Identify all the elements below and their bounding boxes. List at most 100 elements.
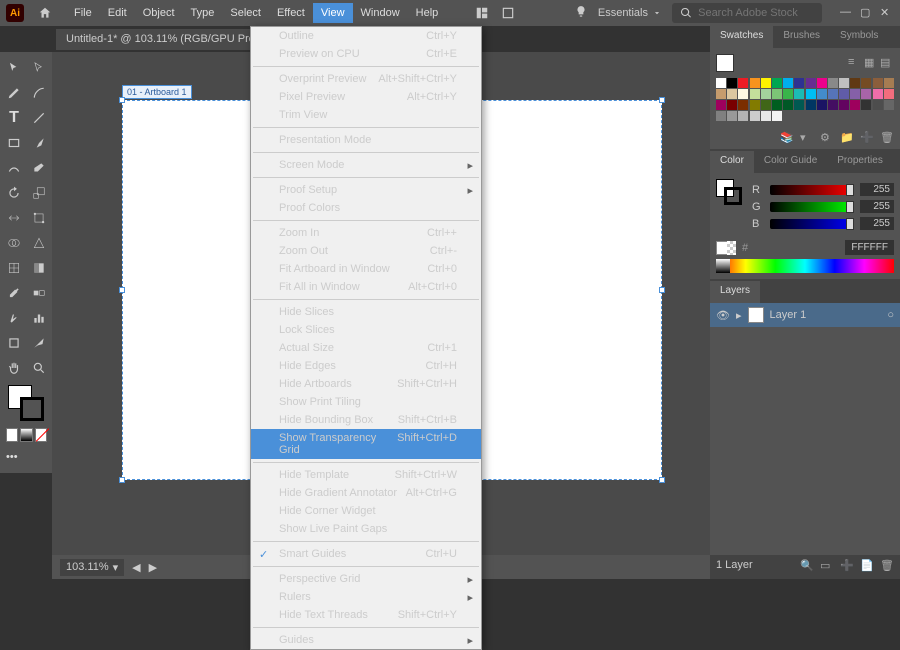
color-mode-icon[interactable] xyxy=(6,428,18,442)
menu-item-zoom-out[interactable]: Zoom OutCtrl+- xyxy=(251,242,481,260)
make-clipping-mask-icon[interactable]: ▭ xyxy=(820,559,834,573)
menu-item-overprint-preview[interactable]: Overprint PreviewAlt+Shift+Ctrl+Y xyxy=(251,70,481,88)
menu-item-zoom-in[interactable]: Zoom InCtrl++ xyxy=(251,224,481,242)
swatch[interactable] xyxy=(839,89,849,99)
swatch[interactable] xyxy=(861,78,871,88)
curvature-tool[interactable] xyxy=(27,81,51,105)
rotate-tool[interactable] xyxy=(2,181,26,205)
menu-item-hide-slices[interactable]: Hide Slices xyxy=(251,303,481,321)
gpu-icon[interactable] xyxy=(496,1,520,25)
menu-object[interactable]: Object xyxy=(135,3,183,23)
fill-stroke-swatch[interactable] xyxy=(2,381,51,425)
gradient-mode-icon[interactable] xyxy=(20,428,32,442)
swatch[interactable] xyxy=(738,100,748,110)
menu-file[interactable]: File xyxy=(66,3,100,23)
color-spectrum[interactable] xyxy=(716,259,894,273)
swatch[interactable] xyxy=(873,100,883,110)
mesh-tool[interactable] xyxy=(2,256,26,280)
menu-help[interactable]: Help xyxy=(408,3,447,23)
swatch[interactable] xyxy=(727,78,737,88)
arrange-documents-icon[interactable] xyxy=(470,1,494,25)
menu-item-hide-gradient-annotator[interactable]: Hide Gradient AnnotatorAlt+Ctrl+G xyxy=(251,484,481,502)
swatch[interactable] xyxy=(794,100,804,110)
paintbrush-tool[interactable] xyxy=(27,131,51,155)
swatch[interactable] xyxy=(806,78,816,88)
swatch[interactable] xyxy=(850,78,860,88)
app-logo-icon[interactable]: Ai xyxy=(6,4,24,22)
swatch[interactable] xyxy=(716,78,726,88)
eraser-tool[interactable] xyxy=(27,156,51,180)
swatch[interactable] xyxy=(750,89,760,99)
swatch[interactable] xyxy=(884,89,894,99)
swatch[interactable] xyxy=(884,100,894,110)
zoom-tool[interactable] xyxy=(27,356,51,380)
swatch[interactable] xyxy=(783,100,793,110)
edit-toolbar-button[interactable]: ••• xyxy=(2,445,50,469)
swatch[interactable] xyxy=(806,89,816,99)
menu-item-fit-artboard-in-window[interactable]: Fit Artboard in WindowCtrl+0 xyxy=(251,260,481,278)
swatch[interactable] xyxy=(861,100,871,110)
locate-object-icon[interactable]: 🔍 xyxy=(800,559,814,573)
swatch[interactable] xyxy=(794,89,804,99)
home-icon[interactable] xyxy=(34,2,56,24)
menu-item-smart-guides[interactable]: ✓Smart GuidesCtrl+U xyxy=(251,545,481,563)
minimize-button[interactable]: — xyxy=(840,6,854,20)
workspace-switcher[interactable]: Essentials xyxy=(598,6,662,20)
swatch[interactable] xyxy=(850,100,860,110)
swatch[interactable] xyxy=(884,78,894,88)
swatch[interactable] xyxy=(750,78,760,88)
new-swatch-icon[interactable]: ➕ xyxy=(860,131,874,145)
tab-layers[interactable]: Layers xyxy=(710,281,760,303)
delete-layer-icon[interactable]: 🗑 xyxy=(880,559,894,573)
menu-item-fit-all-in-window[interactable]: Fit All in WindowAlt+Ctrl+0 xyxy=(251,278,481,296)
hex-input[interactable]: FFFFFF xyxy=(845,240,894,255)
slice-tool[interactable] xyxy=(27,331,51,355)
chevron-right-icon[interactable]: ▸ xyxy=(736,309,742,322)
swatch[interactable] xyxy=(861,89,871,99)
artboard-label[interactable]: 01 - Artboard 1 xyxy=(122,85,192,99)
new-layer-icon[interactable]: 📄 xyxy=(860,559,874,573)
new-group-icon[interactable]: 📁 xyxy=(840,131,854,145)
type-tool[interactable]: T xyxy=(2,106,26,130)
tab-properties[interactable]: Properties xyxy=(827,151,893,173)
tab-color-guide[interactable]: Color Guide xyxy=(754,151,827,173)
visibility-icon[interactable]: 👁 xyxy=(716,309,730,322)
search-input[interactable] xyxy=(672,3,822,23)
swatch[interactable] xyxy=(850,89,860,99)
swatch[interactable] xyxy=(761,89,771,99)
menu-item-presentation-mode[interactable]: Presentation Mode xyxy=(251,131,481,149)
tab-symbols[interactable]: Symbols xyxy=(830,26,888,48)
swatch-grid[interactable] xyxy=(716,78,894,121)
menu-item-pixel-preview[interactable]: Pixel PreviewAlt+Ctrl+Y xyxy=(251,88,481,106)
swatch[interactable] xyxy=(738,111,748,121)
menu-item-lock-slices[interactable]: Lock Slices xyxy=(251,321,481,339)
lightbulb-icon[interactable] xyxy=(574,5,588,22)
menu-item-show-live-paint-gaps[interactable]: Show Live Paint Gaps xyxy=(251,520,481,538)
swatch[interactable] xyxy=(738,78,748,88)
swatch[interactable] xyxy=(716,111,726,121)
swatch[interactable] xyxy=(750,111,760,121)
swatch[interactable] xyxy=(783,78,793,88)
artboard-tool[interactable] xyxy=(2,331,26,355)
swatch[interactable] xyxy=(772,89,782,99)
delete-swatch-icon[interactable]: 🗑 xyxy=(880,131,894,145)
swatch[interactable] xyxy=(716,89,726,99)
close-button[interactable]: ✕ xyxy=(880,6,894,20)
blend-tool[interactable] xyxy=(27,281,51,305)
swatch[interactable] xyxy=(761,78,771,88)
swatch[interactable] xyxy=(828,89,838,99)
current-fill-swatch[interactable] xyxy=(716,54,734,72)
swatch[interactable] xyxy=(806,100,816,110)
scale-tool[interactable] xyxy=(27,181,51,205)
swatch[interactable] xyxy=(772,78,782,88)
swatch-options-icon[interactable]: ⚙ xyxy=(820,131,834,145)
menu-item-hide-corner-widget[interactable]: Hide Corner Widget xyxy=(251,502,481,520)
swatch[interactable] xyxy=(873,78,883,88)
color-stroke-swatch[interactable] xyxy=(724,187,742,205)
menu-item-rulers[interactable]: Rulers▸ xyxy=(251,588,481,606)
tab-color[interactable]: Color xyxy=(710,151,754,173)
menu-item-actual-size[interactable]: Actual SizeCtrl+1 xyxy=(251,339,481,357)
swatch[interactable] xyxy=(873,89,883,99)
target-icon[interactable]: ○ xyxy=(887,309,894,321)
swatch[interactable] xyxy=(761,100,771,110)
